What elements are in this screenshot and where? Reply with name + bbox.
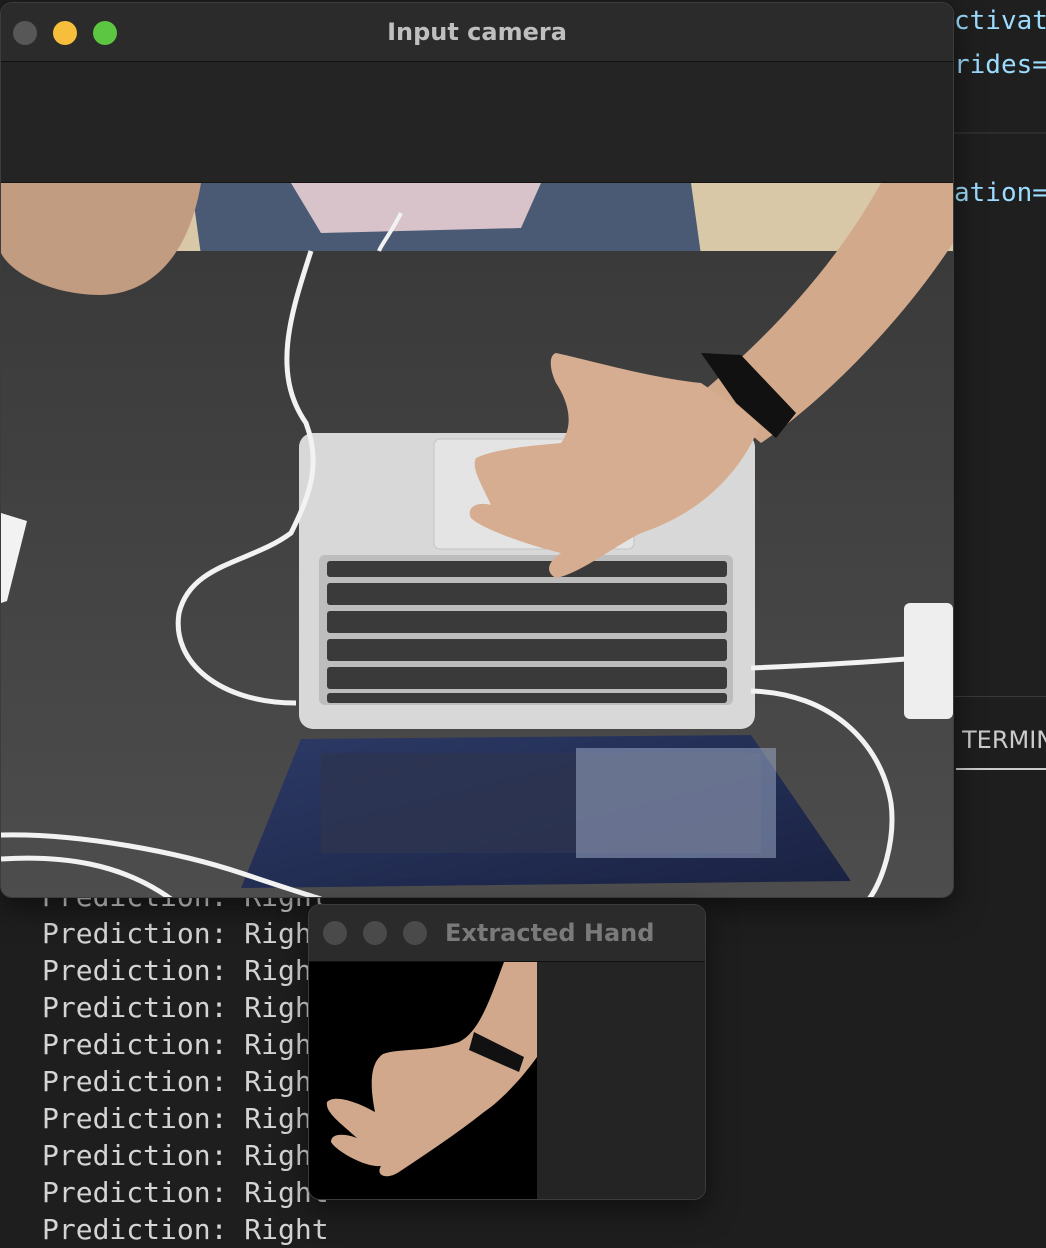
terminal-output: Prediction: Right Prediction: Right Pred… bbox=[42, 878, 329, 1248]
terminal-line: Prediction: Right bbox=[42, 1176, 329, 1209]
code-line-3: ation= bbox=[954, 178, 1046, 208]
terminal-line: Prediction: Right bbox=[42, 1213, 329, 1246]
hand-view bbox=[309, 962, 705, 1199]
zoom-button[interactable] bbox=[93, 21, 117, 45]
close-button[interactable] bbox=[13, 21, 37, 45]
camera-toolbar bbox=[1, 62, 953, 183]
tab-terminal-underline bbox=[956, 768, 1046, 770]
terminal-line: Prediction: Right bbox=[42, 917, 329, 950]
panel-border bbox=[954, 696, 1046, 697]
camera-frame-image bbox=[1, 183, 953, 897]
minimize-button[interactable] bbox=[363, 921, 387, 945]
terminal-line: Prediction: Right bbox=[42, 1102, 329, 1135]
terminal-line: Prediction: Right bbox=[42, 1028, 329, 1061]
traffic-lights bbox=[323, 921, 427, 945]
tab-terminal[interactable]: TERMINAL bbox=[962, 726, 1046, 754]
terminal-line: Prediction: Right bbox=[42, 991, 329, 1024]
extracted-hand-image bbox=[309, 962, 537, 1199]
hand-titlebar[interactable]: Extracted Hand bbox=[309, 905, 705, 962]
terminal-line: Prediction: Right bbox=[42, 1065, 329, 1098]
editor-pane bbox=[954, 0, 1046, 700]
camera-feed bbox=[1, 183, 953, 897]
code-line-1: ctivat bbox=[954, 6, 1046, 36]
window-title: Extracted Hand bbox=[445, 919, 655, 947]
zoom-button[interactable] bbox=[403, 921, 427, 945]
editor-divider bbox=[954, 132, 1046, 134]
close-button[interactable] bbox=[323, 921, 347, 945]
traffic-lights bbox=[13, 21, 117, 45]
extracted-hand-window[interactable]: Extracted Hand bbox=[308, 904, 706, 1200]
input-camera-window[interactable]: Input camera bbox=[0, 2, 954, 898]
minimize-button[interactable] bbox=[53, 21, 77, 45]
camera-titlebar[interactable]: Input camera bbox=[1, 3, 953, 62]
code-line-2: rides= bbox=[954, 50, 1046, 80]
terminal-line: Prediction: Right bbox=[42, 1139, 329, 1172]
window-title: Input camera bbox=[387, 18, 567, 46]
hand-silhouette bbox=[326, 962, 537, 1177]
terminal-line: Prediction: Right bbox=[42, 954, 329, 987]
